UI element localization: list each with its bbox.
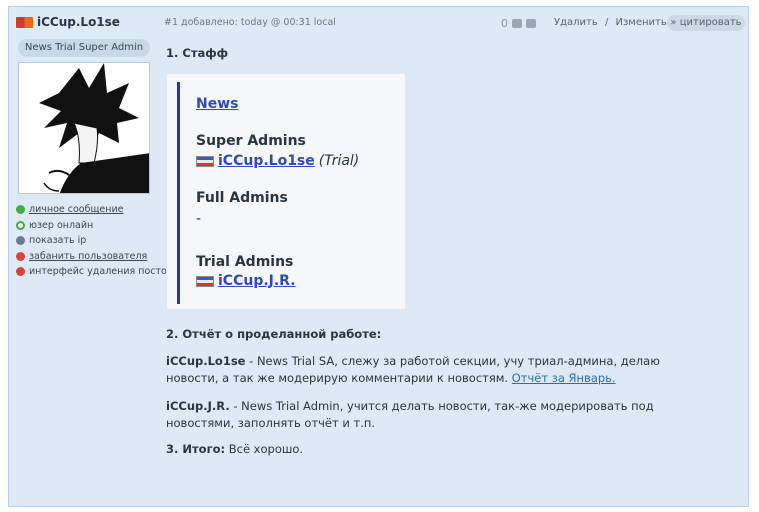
- trial-admin-name[interactable]: iCCup.J.R.: [218, 273, 296, 289]
- ban-user-link[interactable]: забанить пользователя: [16, 249, 158, 265]
- post-meta: #1 добавлено: today @ 00:31 local: [164, 17, 336, 28]
- report-text-jr: - News Trial Admin, учится делать новост…: [166, 399, 654, 430]
- actions-separator: /: [604, 17, 609, 28]
- private-message-link[interactable]: личное сообщение: [16, 202, 158, 218]
- staff-heading: 1. Стафф: [166, 46, 229, 60]
- super-admin-entry: iCCup.Lo1se (Trial): [196, 153, 359, 169]
- country-flag-icon: [196, 155, 214, 167]
- news-link[interactable]: News: [196, 96, 238, 112]
- staff-box-accent-bar: [177, 82, 180, 304]
- show-ip-link[interactable]: показать ip: [16, 233, 158, 249]
- post-actions: Удалить / Изменить: [554, 17, 671, 28]
- super-admin-name[interactable]: iCCup.Lo1se: [218, 153, 315, 169]
- report-name-jr: iCCup.J.R.: [166, 399, 230, 413]
- super-admin-note: (Trial): [318, 153, 360, 169]
- summary-paragraph: 3. Итого: Всё хорошо.: [166, 441, 686, 458]
- trial-admins-heading: Trial Admins: [196, 254, 294, 270]
- quote-button[interactable]: » цитировать: [667, 15, 745, 31]
- thumbs-up-icon[interactable]: [512, 19, 522, 28]
- trial-admin-entry: iCCup.J.R.: [196, 273, 296, 289]
- super-admins-heading: Super Admins: [196, 133, 306, 149]
- country-flag-icon: [16, 16, 33, 28]
- delete-posts-icon: [16, 267, 25, 277]
- author-name-text[interactable]: iCCup.Lo1se: [37, 15, 120, 29]
- country-flag-icon: [196, 275, 214, 287]
- post-author-sidebar: iCCup.Lo1se News Trial Super Admin лично…: [16, 13, 172, 280]
- author-name[interactable]: iCCup.Lo1se: [16, 13, 158, 31]
- avatar-image: [19, 63, 149, 193]
- user-online-status: юзер онлайн: [16, 218, 158, 234]
- author-links: личное сообщение юзер онлайн показать ip…: [16, 202, 172, 280]
- january-report-link[interactable]: Отчёт за Январь.: [512, 371, 616, 385]
- delete-posts-interface-link[interactable]: интерфейс удаления постов: [16, 264, 172, 280]
- post-content: 1. Стафф: [166, 45, 686, 61]
- summary-text: Всё хорошо.: [225, 442, 304, 456]
- avatar: [18, 62, 150, 194]
- thumbs-down-icon[interactable]: [526, 19, 536, 28]
- edit-link[interactable]: Изменить: [616, 17, 667, 28]
- ban-icon: [16, 251, 25, 261]
- staff-box: News Super Admins iCCup.Lo1se (Trial) Fu…: [166, 73, 406, 310]
- ip-icon: [16, 236, 25, 246]
- full-admins-empty: -: [196, 211, 202, 227]
- forum-post: iCCup.Lo1se News Trial Super Admin лично…: [8, 6, 749, 507]
- delete-link[interactable]: Удалить: [554, 17, 598, 28]
- summary-label: 3. Итого:: [166, 442, 226, 456]
- report-heading: 2. Отчёт о проделанной работе:: [166, 327, 382, 341]
- author-rank-badge: News Trial Super Admin: [18, 39, 150, 57]
- online-icon: [16, 220, 25, 230]
- report-name-lo1se: iCCup.Lo1se: [166, 354, 246, 368]
- vote-count: 0: [501, 17, 508, 30]
- report-paragraph-lo1se: iCCup.Lo1se - News Trial SA, слежу за ра…: [166, 353, 686, 387]
- report-paragraph-jr: iCCup.J.R. - News Trial Admin, учится де…: [166, 398, 686, 432]
- quote-icon: »: [670, 17, 677, 28]
- full-admins-heading: Full Admins: [196, 190, 288, 206]
- message-icon: [16, 205, 25, 215]
- post-votes: 0: [501, 17, 536, 30]
